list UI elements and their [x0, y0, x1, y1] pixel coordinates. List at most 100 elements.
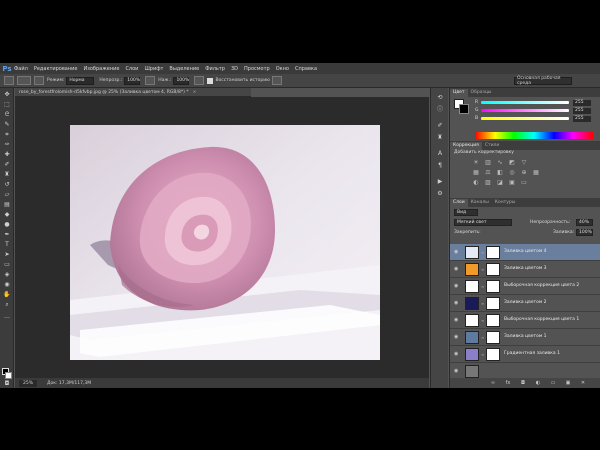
blend-mode-select[interactable]: Мягкий свет: [454, 219, 512, 226]
shape-tool-icon[interactable]: ▭: [3, 261, 11, 269]
history-panel-icon[interactable]: ⟲: [436, 94, 444, 102]
channel-b-bar[interactable]: [481, 117, 569, 120]
visibility-eye-icon[interactable]: ◉: [454, 267, 460, 272]
mask-link-icon[interactable]: ∞: [481, 267, 484, 272]
color-spectrum-ramp[interactable]: [475, 132, 593, 139]
mask-link-icon[interactable]: ∞: [481, 335, 484, 340]
layer-name[interactable]: Заливка цветом 4: [504, 249, 547, 254]
character-panel-icon[interactable]: A: [436, 150, 444, 158]
opacity-field[interactable]: 100%: [124, 76, 141, 85]
brush-preset-picker-icon[interactable]: [17, 76, 31, 85]
layer-row[interactable]: ◉ ∞ Заливка цветом 2: [450, 295, 600, 312]
gradient-tool-icon[interactable]: ▤: [3, 201, 11, 209]
brush-panel-icon[interactable]: ✐: [436, 122, 444, 130]
tab-color[interactable]: Цвет: [450, 89, 468, 97]
layer-name[interactable]: Выборочная коррекция цвета 2: [504, 283, 579, 288]
menu-help[interactable]: Справка: [295, 66, 317, 72]
posterize-icon[interactable]: ▨: [484, 179, 492, 186]
tab-layers[interactable]: Слои: [450, 199, 468, 207]
layer-name[interactable]: Выборочная коррекция цвета 1: [504, 317, 579, 322]
menu-3d[interactable]: 3D: [231, 66, 238, 72]
brightness-icon[interactable]: ☀: [472, 159, 480, 166]
tab-styles[interactable]: Стили: [482, 142, 503, 150]
visibility-eye-icon[interactable]: ◉: [454, 318, 460, 323]
slider-g[interactable]: G 255: [475, 107, 599, 114]
mode-select[interactable]: Норма: [66, 76, 95, 85]
selective-color-icon[interactable]: ▣: [508, 179, 516, 186]
menu-edit[interactable]: Редактирование: [34, 66, 78, 72]
airbrush-icon[interactable]: [194, 76, 205, 85]
layer-name[interactable]: Заливка цветом 2: [504, 300, 547, 305]
stamp-tool-icon[interactable]: ♜: [3, 171, 11, 179]
clone-source-icon[interactable]: ♜: [436, 134, 444, 142]
delete-layer-icon[interactable]: ✕: [580, 380, 586, 386]
photo-filter-icon[interactable]: ◎: [508, 169, 516, 176]
black-white-icon[interactable]: ◧: [496, 169, 504, 176]
channel-r-value[interactable]: 255: [573, 99, 591, 106]
slider-r[interactable]: R 255: [475, 99, 599, 106]
quick-mask-icon[interactable]: ◘: [3, 380, 11, 388]
hue-saturation-icon[interactable]: ▦: [472, 169, 480, 176]
mask-link-icon[interactable]: ∞: [481, 301, 484, 306]
background-color-swatch[interactable]: [5, 372, 12, 379]
brush-tool-icon[interactable]: ✐: [3, 161, 11, 169]
slider-b[interactable]: B 255: [475, 115, 599, 122]
pen-tool-icon[interactable]: ✒: [3, 231, 11, 239]
marquee-tool-icon[interactable]: ⬚: [3, 101, 11, 109]
3d-tool-icon[interactable]: ◈: [3, 271, 11, 279]
visibility-eye-icon[interactable]: ◉: [454, 301, 460, 306]
layer-name[interactable]: Заливка цветом 1: [504, 334, 547, 339]
tab-swatches[interactable]: Образцы: [468, 89, 495, 97]
actions-panel-icon[interactable]: ▶: [436, 178, 444, 186]
eyedropper-tool-icon[interactable]: ✑: [3, 141, 11, 149]
path-select-tool-icon[interactable]: ➤: [3, 251, 11, 259]
add-mask-icon[interactable]: ◘: [520, 380, 526, 386]
mask-link-icon[interactable]: ∞: [481, 284, 484, 289]
menu-window[interactable]: Окно: [276, 66, 289, 72]
visibility-eye-icon[interactable]: ◉: [454, 284, 460, 289]
color-background-swatch[interactable]: [459, 104, 469, 114]
mask-link-icon[interactable]: ∞: [481, 352, 484, 357]
pressure-size-icon[interactable]: [271, 76, 282, 85]
menu-layer[interactable]: Слои: [125, 66, 138, 72]
layer-row[interactable]: ◉ ∞ Выборочная коррекция цвета 1: [450, 312, 600, 329]
tab-channels[interactable]: Каналы: [468, 199, 492, 207]
tool-presets-icon[interactable]: ⚙: [436, 190, 444, 198]
channel-b-value[interactable]: 255: [573, 115, 591, 122]
new-layer-icon[interactable]: ▣: [565, 380, 571, 386]
close-tab-icon[interactable]: ×: [193, 90, 197, 95]
move-tool-icon[interactable]: ✥: [3, 91, 11, 99]
menu-view[interactable]: Просмотр: [244, 66, 270, 72]
levels-icon[interactable]: ▥: [484, 159, 492, 166]
layer-style-icon[interactable]: fx: [505, 380, 511, 386]
menu-filter[interactable]: Фильтр: [205, 66, 225, 72]
visibility-eye-icon[interactable]: ◉: [454, 352, 460, 357]
mask-link-icon[interactable]: ∞: [481, 250, 484, 255]
visibility-eye-icon[interactable]: ◉: [454, 250, 460, 255]
channel-r-bar[interactable]: [481, 101, 569, 104]
blur-tool-icon[interactable]: ◆: [3, 211, 11, 219]
more-tools-icon[interactable]: …: [3, 313, 11, 321]
new-adjustment-icon[interactable]: ◐: [535, 380, 541, 386]
zoom-field[interactable]: 25%: [19, 379, 37, 387]
brush-panel-icon[interactable]: [34, 76, 44, 85]
dodge-tool-icon[interactable]: ●: [3, 221, 11, 229]
layer-name[interactable]: Заливка цветом 3: [504, 266, 547, 271]
quick-select-tool-icon[interactable]: ✎: [3, 121, 11, 129]
layer-opacity-field[interactable]: 40%: [576, 219, 593, 226]
flow-field[interactable]: 100%: [173, 76, 190, 85]
layer-row[interactable]: ◉ ∞ Заливка цветом 1: [450, 329, 600, 346]
history-checkbox[interactable]: [207, 77, 214, 84]
layer-row[interactable]: ◉ ∞ Выборочная коррекция цвета 2: [450, 278, 600, 295]
link-layers-icon[interactable]: ∞: [490, 380, 496, 386]
hand-tool-icon[interactable]: ✋: [3, 291, 11, 299]
healing-tool-icon[interactable]: ✚: [3, 151, 11, 159]
3d-camera-tool-icon[interactable]: ◉: [3, 281, 11, 289]
tab-paths[interactable]: Контуры: [492, 199, 519, 207]
threshold-icon[interactable]: ◪: [496, 179, 504, 186]
menu-type[interactable]: Шрифт: [144, 66, 163, 72]
type-tool-icon[interactable]: T: [3, 241, 11, 249]
document-tab[interactable]: rose_by_forestfrolomish-d5kfvbp.jpg @ 25…: [15, 88, 251, 97]
channel-g-value[interactable]: 255: [573, 107, 591, 114]
visibility-eye-icon[interactable]: ◉: [454, 335, 460, 340]
